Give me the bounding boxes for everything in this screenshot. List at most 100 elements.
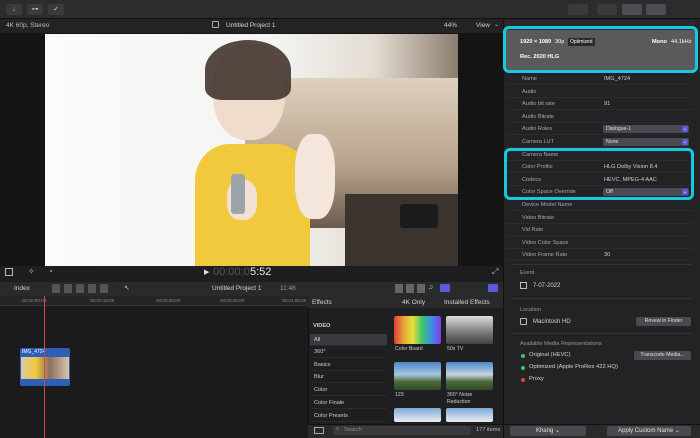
top-toolbar	[0, 0, 700, 19]
search-placeholder: Search	[344, 427, 362, 433]
speed-icon[interactable]: ◔	[48, 267, 53, 276]
zoom-level[interactable]: 44%	[444, 22, 457, 29]
video-frame[interactable]	[45, 34, 458, 266]
representation-item: Original (HEVC)	[529, 352, 571, 358]
clip-filmstrip	[21, 357, 69, 379]
play-icon[interactable]: ▶	[204, 268, 209, 276]
chevron-down-icon: ⌄	[682, 126, 688, 133]
timecode-dim: 00:00:0	[213, 266, 250, 278]
viewer-format: 4K 60p, Stereo	[6, 22, 50, 29]
import-button[interactable]: ↓	[6, 4, 22, 15]
transform-tool-icon[interactable]	[5, 268, 13, 276]
inspector-row-select[interactable]: Dialogue-1 ⌄	[603, 125, 689, 134]
inspector-row-key: Name	[522, 76, 537, 82]
enhance-icon[interactable]: ✧	[28, 267, 35, 276]
reveal-in-finder-button[interactable]: Reveal in Finder	[636, 317, 691, 326]
inspector-row: Audio Roles Dialogue-1 ⌄	[506, 123, 692, 136]
effects-browser-toggle[interactable]	[488, 284, 498, 292]
view-menu[interactable]: View	[476, 22, 490, 29]
inspector-row-value[interactable]: 91	[604, 101, 610, 107]
effect-thumb-360-noise-reduction[interactable]	[446, 362, 493, 390]
inspector-row: Audio bit rate 91	[506, 98, 692, 111]
inspector-row-value[interactable]: 30	[604, 252, 610, 258]
effect-label: Color Board	[395, 346, 423, 352]
sidebar-toggle-icon[interactable]	[314, 427, 324, 434]
timeline-toggle-icon[interactable]	[622, 4, 642, 15]
representation-item: Optimized (Apple ProRes 422 HQ)	[529, 364, 618, 370]
clip-name: IMG_4724	[22, 349, 46, 355]
film-icon	[212, 21, 219, 28]
effect-thumb[interactable]	[446, 408, 493, 422]
divider	[512, 333, 692, 334]
clip[interactable]: IMG_4724	[20, 348, 70, 386]
representation-item: Proxy	[529, 376, 544, 382]
user-menu[interactable]: Khang ⌄	[510, 426, 586, 436]
location-value: Macintosh HD	[533, 319, 571, 325]
ruler-tick-label: 00:01:00:00	[282, 298, 307, 303]
effect-thumb[interactable]	[394, 408, 441, 422]
inspector-row: Video Frame Rate 30	[506, 249, 692, 262]
index-button[interactable]: Index	[14, 285, 30, 292]
playhead[interactable]	[44, 296, 45, 438]
status-dot	[521, 366, 525, 370]
effect-thumb-color-board[interactable]	[394, 316, 441, 344]
items-count: 177 items	[476, 427, 501, 433]
category-basics[interactable]: Basics	[310, 359, 387, 371]
effect-thumb-123[interactable]	[394, 362, 441, 390]
clip-appearance-icons[interactable]	[52, 284, 112, 293]
camera-object	[400, 204, 438, 228]
ruler-tick-label: 00:00:30:00	[156, 298, 181, 303]
phone-object	[231, 174, 245, 214]
fullscreen-icon[interactable]: ⤢	[492, 267, 498, 277]
category-color-finale[interactable]: Color Finale	[310, 397, 387, 409]
inspector-row: Video Color Space	[506, 237, 692, 249]
category-all[interactable]: All	[310, 334, 387, 346]
event-label: Event	[520, 270, 535, 276]
inspector-row-value[interactable]: IMG_4724	[604, 76, 630, 82]
category-blur[interactable]: Blur	[310, 371, 387, 383]
divider	[512, 264, 692, 265]
inspector-row-key: Video Color Space	[522, 239, 569, 246]
highlight-box-header	[503, 26, 698, 73]
category-color-presets[interactable]: Color Presets	[310, 410, 387, 422]
inspector-row: Audio Bitrate	[506, 111, 692, 123]
inspector-toggle-icon[interactable]	[646, 4, 666, 15]
effect-label: 50s TV	[447, 346, 464, 352]
browser-toggle-icon[interactable]	[597, 4, 617, 15]
transcode-media-button[interactable]: Transcode Media...	[634, 351, 691, 360]
search-icon: ⌕	[336, 426, 340, 432]
apply-custom-name-menu[interactable]: Apply Custom Name ⌄	[607, 426, 691, 436]
inspector-row-key: Device Model Name	[522, 202, 573, 208]
calendar-icon	[520, 282, 527, 289]
filter-4k-only[interactable]: 4K Only	[402, 299, 425, 306]
person-arm	[295, 134, 335, 219]
effect-label: 360° Noise Reduction	[447, 392, 473, 405]
event-date: 7-07-2022	[533, 283, 561, 289]
status-dot	[521, 378, 525, 382]
effect-thumb-50s-tv[interactable]	[446, 316, 493, 344]
inspector-row-select[interactable]: None ⌄	[603, 138, 689, 146]
location-label: Location	[520, 307, 542, 313]
effect-label: 123	[395, 392, 404, 398]
chevron-down-icon: ⌄	[682, 139, 688, 145]
inspector-row: Video Bitrate	[506, 212, 692, 224]
effects-title: Effects	[312, 299, 332, 306]
background-tasks-button[interactable]: ✓	[48, 4, 64, 15]
snapping-toggle[interactable]	[440, 284, 450, 292]
audio-skim-icons[interactable]	[395, 284, 425, 293]
category-360[interactable]: 360°	[310, 346, 387, 358]
keywords-button[interactable]: ⊶	[27, 4, 43, 15]
category-color[interactable]: Color	[310, 384, 387, 396]
inspector-row-key: Audio	[522, 88, 537, 95]
user-name: Khang	[535, 428, 554, 434]
headphones-icon[interactable]: ♫	[428, 284, 433, 291]
installed-effects-menu[interactable]: Installed Effects	[444, 299, 490, 306]
timeline-project-title: Untitled Project 1	[212, 285, 262, 292]
inspector-row-select-value: None	[606, 139, 619, 145]
view-chevron-down-icon[interactable]: ⌄	[494, 21, 499, 28]
inspector-row: Audio	[506, 86, 692, 98]
select-tool-icon[interactable]: ↖	[124, 284, 130, 292]
inspector-row-key: Audio Roles	[522, 126, 553, 133]
inspector-row-key: Audio Bitrate	[522, 113, 555, 120]
share-icon[interactable]	[568, 4, 588, 15]
